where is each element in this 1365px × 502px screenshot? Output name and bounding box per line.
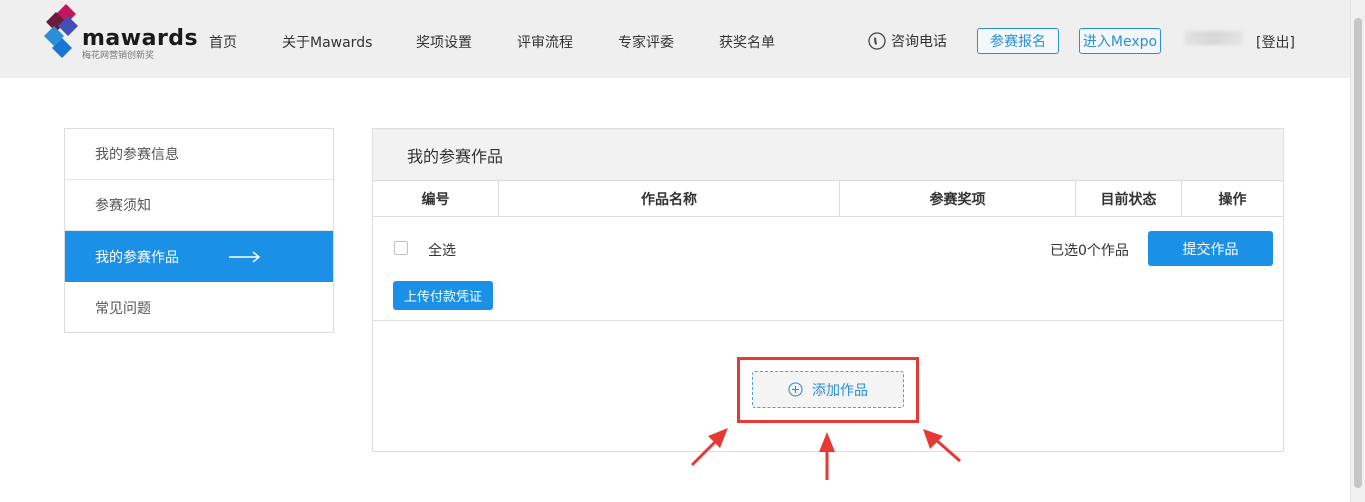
column-header-status: 目前状态 bbox=[1076, 181, 1182, 216]
username-blurred bbox=[1185, 31, 1243, 45]
hotline-label: 咨询电话 bbox=[891, 34, 947, 50]
highlight-box bbox=[737, 357, 919, 423]
nav-review-process[interactable]: 评审流程 bbox=[517, 32, 573, 52]
nav-home[interactable]: 首页 bbox=[209, 32, 237, 52]
page-scrollbar[interactable] bbox=[1350, 0, 1365, 502]
upload-payment-button[interactable]: 上传付款凭证 bbox=[393, 281, 493, 310]
sidebar-item-guidelines[interactable]: 参赛须知 bbox=[65, 180, 333, 231]
sidebar-item-my-works[interactable]: 我的参赛作品 bbox=[65, 231, 333, 282]
logo-mark-icon bbox=[44, 4, 78, 58]
logout-link[interactable]: [登出] bbox=[1256, 32, 1295, 52]
nav-awards[interactable]: 奖项设置 bbox=[416, 32, 472, 52]
selected-count: 已选0个作品 bbox=[1050, 243, 1129, 259]
sidebar-item-label: 我的参赛信息 bbox=[95, 147, 179, 163]
top-header: mawards 梅花网营销创新奖 首页 关于Mawards 奖项设置 评审流程 … bbox=[0, 0, 1350, 78]
arrow-right-icon bbox=[229, 251, 261, 263]
logo-subtitle: 梅花网营销创新奖 bbox=[82, 51, 155, 61]
panel-title: 我的参赛作品 bbox=[373, 129, 1283, 180]
column-header-award: 参赛奖项 bbox=[840, 181, 1076, 216]
sidebar-item-label: 常见问题 bbox=[95, 300, 151, 317]
column-header-actions: 操作 bbox=[1218, 191, 1247, 208]
sidebar-item-faq[interactable]: 常见问题 bbox=[65, 282, 333, 333]
column-header-id: 编号 bbox=[373, 181, 499, 216]
register-button[interactable]: 参赛报名 bbox=[977, 28, 1059, 54]
sidebar: 我的参赛信息 参赛须知 我的参赛作品 常见问题 bbox=[64, 128, 334, 333]
mexpo-button[interactable]: 进入Mexpo bbox=[1079, 28, 1161, 54]
submit-works-button[interactable]: 提交作品 bbox=[1148, 231, 1273, 266]
sidebar-item-my-info[interactable]: 我的参赛信息 bbox=[65, 129, 333, 180]
divider bbox=[373, 320, 1283, 321]
sidebar-item-label: 参赛须知 bbox=[95, 198, 151, 214]
select-all-checkbox[interactable] bbox=[394, 241, 408, 255]
nav-winners[interactable]: 获奖名单 bbox=[719, 32, 775, 52]
nav-about[interactable]: 关于Mawards bbox=[282, 32, 372, 52]
hotline[interactable]: 咨询电话 bbox=[868, 31, 947, 51]
table-header: 编号 作品名称 参赛奖项 目前状态 操作 bbox=[373, 180, 1283, 217]
scrollbar-thumb[interactable] bbox=[1354, 18, 1362, 488]
nav-judges[interactable]: 专家评委 bbox=[618, 32, 674, 52]
select-all-label[interactable]: 全选 bbox=[428, 240, 456, 260]
sidebar-item-label: 我的参赛作品 bbox=[95, 249, 179, 266]
mawards-logo[interactable]: mawards 梅花网营销创新奖 bbox=[42, 4, 198, 62]
column-header-title: 作品名称 bbox=[499, 181, 840, 216]
phone-icon bbox=[868, 32, 886, 50]
